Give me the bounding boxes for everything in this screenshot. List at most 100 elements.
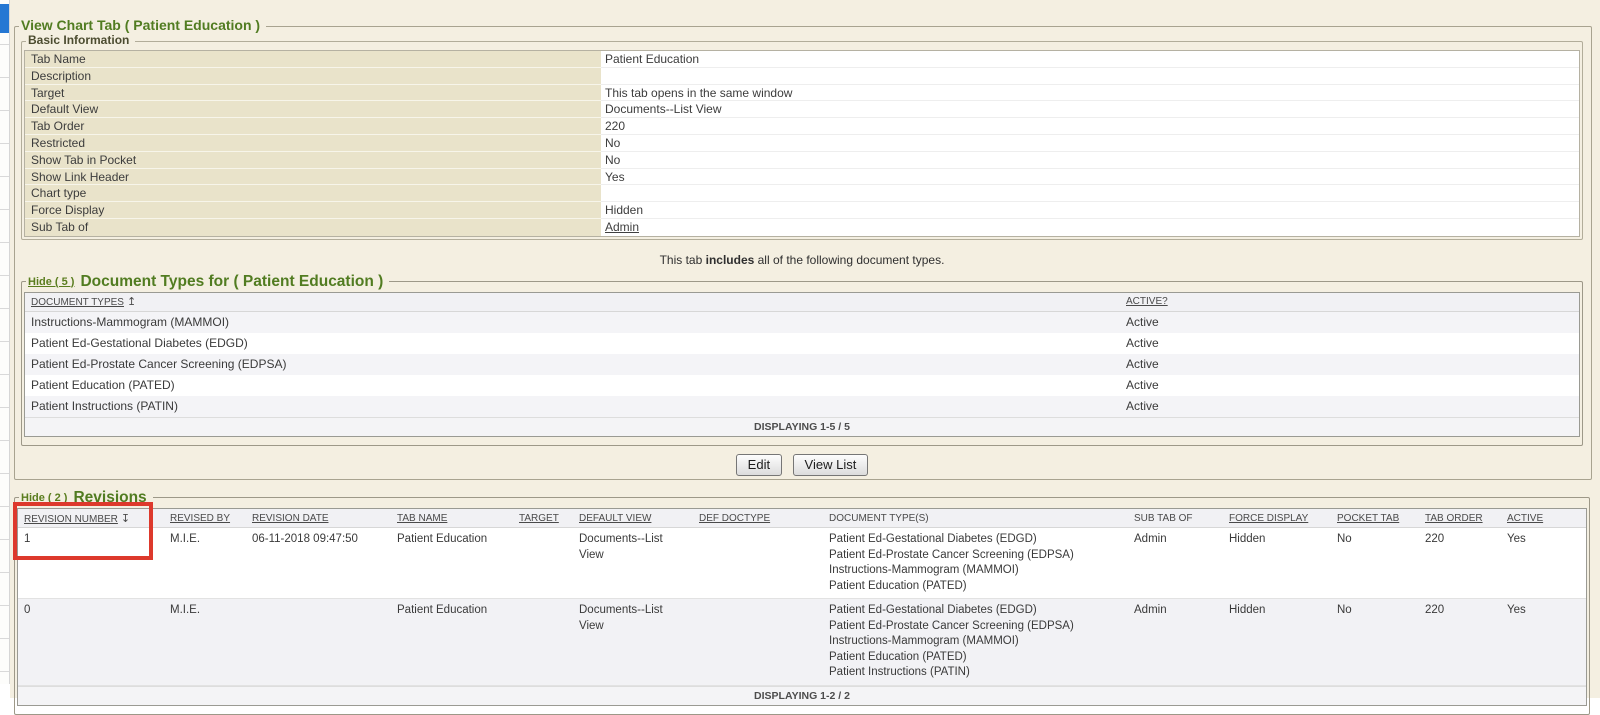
edit-button[interactable]: Edit xyxy=(736,454,782,476)
page-title: View Chart Tab ( Patient Education ) xyxy=(21,17,260,33)
sub-tab-of-link[interactable]: Admin xyxy=(605,220,639,234)
view-chart-tab-panel: View Chart Tab ( Patient Education ) Bas… xyxy=(14,26,1592,480)
revised-by: M.I.E. xyxy=(158,528,246,552)
document-types-list: Patient Ed-Gestational Diabetes (EDGD) P… xyxy=(823,599,1128,685)
revision-date-header: REVISION DATE xyxy=(246,513,391,524)
doc-type-name: Patient Ed-Prostate Cancer Screening (ED… xyxy=(25,357,1120,371)
active: Yes xyxy=(1501,599,1586,623)
revision-number: 0 xyxy=(18,599,158,623)
revision-date-sort-link[interactable]: REVISION DATE xyxy=(252,513,329,524)
tab-order-sort-link[interactable]: TAB ORDER xyxy=(1425,513,1483,524)
sort-ascending-icon: ↥ xyxy=(127,295,136,308)
revision-row: 1 M.I.E. 06-11-2018 09:47:50 Patient Edu… xyxy=(18,528,1586,599)
info-value: Yes xyxy=(601,169,1579,186)
info-value: This tab opens in the same window xyxy=(601,85,1579,102)
info-row: RestrictedNo xyxy=(25,135,1579,152)
info-row: TargetThis tab opens in the same window xyxy=(25,85,1579,102)
hide-revisions-link[interactable]: Hide ( 2 ) xyxy=(21,492,67,504)
info-label: Force Display xyxy=(25,202,601,219)
document-types-paging-status: DISPLAYING 1-5 / 5 xyxy=(25,417,1579,436)
target-sort-link[interactable]: TARGET xyxy=(519,513,559,524)
doc-type-active: Active xyxy=(1120,399,1579,413)
cropped-side-panel xyxy=(0,0,10,684)
info-label: Target xyxy=(25,85,601,102)
pocket-tab: No xyxy=(1331,528,1419,552)
document-types-legend: Hide ( 5 ) Document Types for ( Patient … xyxy=(26,273,389,291)
def-doctype xyxy=(693,599,823,607)
table-row: Instructions-Mammogram (MAMMOI)Active xyxy=(25,312,1579,333)
document-types-sort-link[interactable]: DOCUMENT TYPES xyxy=(31,297,124,308)
target xyxy=(513,528,573,536)
info-row: Sub Tab ofAdmin xyxy=(25,219,1579,236)
view-list-button[interactable]: View List xyxy=(793,454,869,476)
info-row: Show Link HeaderYes xyxy=(25,169,1579,186)
sub-tab-of: Admin xyxy=(1128,599,1223,623)
pocket-tab: No xyxy=(1331,599,1419,623)
tab-order: 220 xyxy=(1419,528,1501,552)
revised-by-header: REVISED BY xyxy=(158,513,246,524)
side-panel-selected-marker xyxy=(0,4,9,33)
revision-date xyxy=(246,599,391,607)
revision-number-sort-link[interactable]: REVISION NUMBER xyxy=(24,514,118,525)
force-display-header: FORCE DISPLAY xyxy=(1223,513,1331,524)
doc-type-active: Active xyxy=(1120,378,1579,392)
view-chart-tab-legend: View Chart Tab ( Patient Education ) xyxy=(19,17,266,33)
info-value xyxy=(601,68,1579,85)
doc-type-name: Instructions-Mammogram (MAMMOI) xyxy=(25,315,1120,329)
doc-type-line: Patient Ed-Gestational Diabetes (EDGD) xyxy=(829,532,1124,548)
document-types-header: DOCUMENT TYPE(S) xyxy=(823,513,1128,524)
revisions-panel: Hide ( 2 ) Revisions REVISION NUMBER↧ RE… xyxy=(14,497,1590,715)
info-value: Hidden xyxy=(601,202,1579,219)
sub-tab-of-header: SUB TAB OF xyxy=(1128,513,1223,524)
revision-number-header: REVISION NUMBER↧ xyxy=(18,512,158,525)
active-column-header: ACTIVE? xyxy=(1120,296,1579,307)
main-content: View Chart Tab ( Patient Education ) Bas… xyxy=(10,0,1600,698)
info-value: Documents--List View xyxy=(601,101,1579,118)
info-row: Tab Order220 xyxy=(25,118,1579,135)
doc-type-name: Patient Education (PATED) xyxy=(25,378,1120,392)
force-display: Hidden xyxy=(1223,599,1331,623)
revisions-header-row: REVISION NUMBER↧ REVISED BY REVISION DAT… xyxy=(18,509,1586,528)
doc-type-active: Active xyxy=(1120,315,1579,329)
pocket-tab-sort-link[interactable]: POCKET TAB xyxy=(1337,513,1399,524)
hide-document-types-link[interactable]: Hide ( 5 ) xyxy=(28,276,74,288)
document-types-panel: Hide ( 5 ) Document Types for ( Patient … xyxy=(21,281,1583,446)
tab-order: 220 xyxy=(1419,599,1501,623)
info-row: Chart type xyxy=(25,185,1579,202)
tab-includes-note: This tab includes all of the following d… xyxy=(21,253,1583,267)
info-value: No xyxy=(601,152,1579,169)
def-doctype xyxy=(693,528,823,536)
doc-type-line: Patient Education (PATED) xyxy=(829,579,1124,595)
def-doctype-sort-link[interactable]: DEF DOCTYPE xyxy=(699,513,770,524)
default-view: Documents--List View xyxy=(573,599,693,638)
info-label: Description xyxy=(25,68,601,85)
info-value: 220 xyxy=(601,118,1579,135)
doc-type-line: Patient Ed-Gestational Diabetes (EDGD) xyxy=(829,603,1124,619)
info-label: Tab Name xyxy=(25,51,601,68)
revision-date: 06-11-2018 09:47:50 xyxy=(246,528,391,552)
default-view-header: DEFAULT VIEW xyxy=(573,513,693,524)
doc-type-active: Active xyxy=(1120,357,1579,371)
default-view-sort-link[interactable]: DEFAULT VIEW xyxy=(579,513,651,524)
force-display-sort-link[interactable]: FORCE DISPLAY xyxy=(1229,513,1308,524)
active-sort-link[interactable]: ACTIVE? xyxy=(1126,296,1168,307)
info-row: Default ViewDocuments--List View xyxy=(25,101,1579,118)
info-label: Show Tab in Pocket xyxy=(25,152,601,169)
table-row: Patient Education (PATED)Active xyxy=(25,375,1579,396)
basic-information-title: Basic Information xyxy=(28,33,129,47)
info-label: Chart type xyxy=(25,185,601,202)
active-sort-link[interactable]: ACTIVE xyxy=(1507,513,1543,524)
revision-row: 0 M.I.E. Patient Education Documents--Li… xyxy=(18,599,1586,686)
table-row: Patient Ed-Gestational Diabetes (EDGD)Ac… xyxy=(25,333,1579,354)
info-row: Show Tab in PocketNo xyxy=(25,152,1579,169)
tab-name: Patient Education xyxy=(391,599,513,623)
info-value: No xyxy=(601,135,1579,152)
revisions-paging-status: DISPLAYING 1-2 / 2 xyxy=(18,686,1586,705)
tab-name-sort-link[interactable]: TAB NAME xyxy=(397,513,447,524)
doc-type-line: Patient Instructions (PATIN) xyxy=(829,665,1124,681)
revised-by-sort-link[interactable]: REVISED BY xyxy=(170,513,230,524)
table-row: Patient Ed-Prostate Cancer Screening (ED… xyxy=(25,354,1579,375)
basic-information-legend: Basic Information xyxy=(26,33,135,47)
doc-type-line: Patient Ed-Prostate Cancer Screening (ED… xyxy=(829,548,1124,564)
revisions-title: Revisions xyxy=(73,489,146,507)
